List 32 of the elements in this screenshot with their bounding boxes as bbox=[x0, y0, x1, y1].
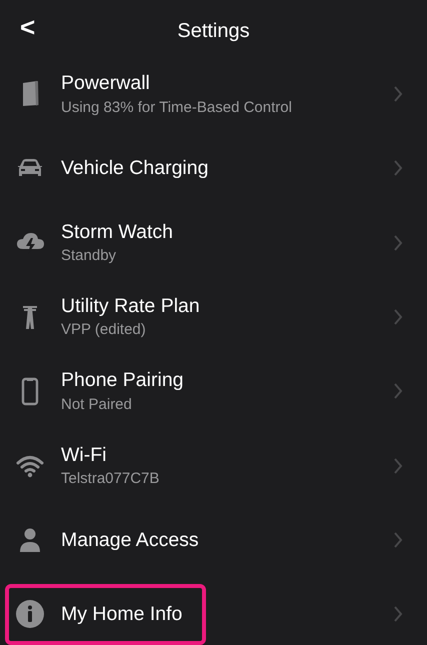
item-title: Phone Pairing bbox=[61, 368, 184, 393]
settings-item[interactable]: Powerwall Using 83% for Time-Based Control bbox=[0, 57, 427, 132]
chevron-icon bbox=[393, 382, 403, 400]
item-subtitle: Standby bbox=[61, 246, 118, 266]
settings-item[interactable]: Storm Watch Standby bbox=[0, 206, 427, 280]
item-title: Storm Watch bbox=[61, 220, 173, 244]
info-icon bbox=[14, 598, 46, 630]
item-subtitle: Telstra077C7B bbox=[61, 469, 160, 489]
settings-item[interactable]: Manage Access bbox=[0, 502, 427, 578]
chevron-icon bbox=[393, 456, 403, 475]
chevron-icon bbox=[393, 159, 403, 178]
item-title: Wi-Fi bbox=[61, 442, 108, 468]
item-title: Vehicle Charging bbox=[61, 156, 208, 181]
screen-title: Settings bbox=[177, 19, 250, 44]
chevron-icon bbox=[393, 85, 403, 104]
item-subtitle: VPP (edited) bbox=[61, 320, 147, 340]
settings-item[interactable]: Phone Pairing Not Paired bbox=[0, 354, 427, 428]
settings-item[interactable]: Utility Rate Plan VPP (edited) bbox=[0, 280, 427, 354]
settings-item[interactable]: My Home Info bbox=[0, 577, 427, 645]
back-button[interactable]: < bbox=[14, 12, 42, 42]
chevron-icon bbox=[393, 308, 403, 326]
chevron-icon bbox=[393, 605, 403, 624]
item-title: My Home Info bbox=[61, 602, 182, 626]
chevron-icon bbox=[393, 234, 403, 252]
item-title: Powerwall bbox=[61, 71, 151, 96]
chevron-icon bbox=[393, 530, 403, 549]
item-title: Manage Access bbox=[61, 528, 199, 552]
item-subtitle: Not Paired bbox=[61, 394, 133, 414]
settings-item[interactable]: Vehicle Charging bbox=[0, 131, 427, 206]
settings-item[interactable]: Wi-Fi Telstra077C7B bbox=[0, 428, 427, 503]
item-title: Utility Rate Plan bbox=[61, 294, 200, 318]
item-subtitle: Using 83% for Time-Based Control bbox=[61, 98, 292, 118]
